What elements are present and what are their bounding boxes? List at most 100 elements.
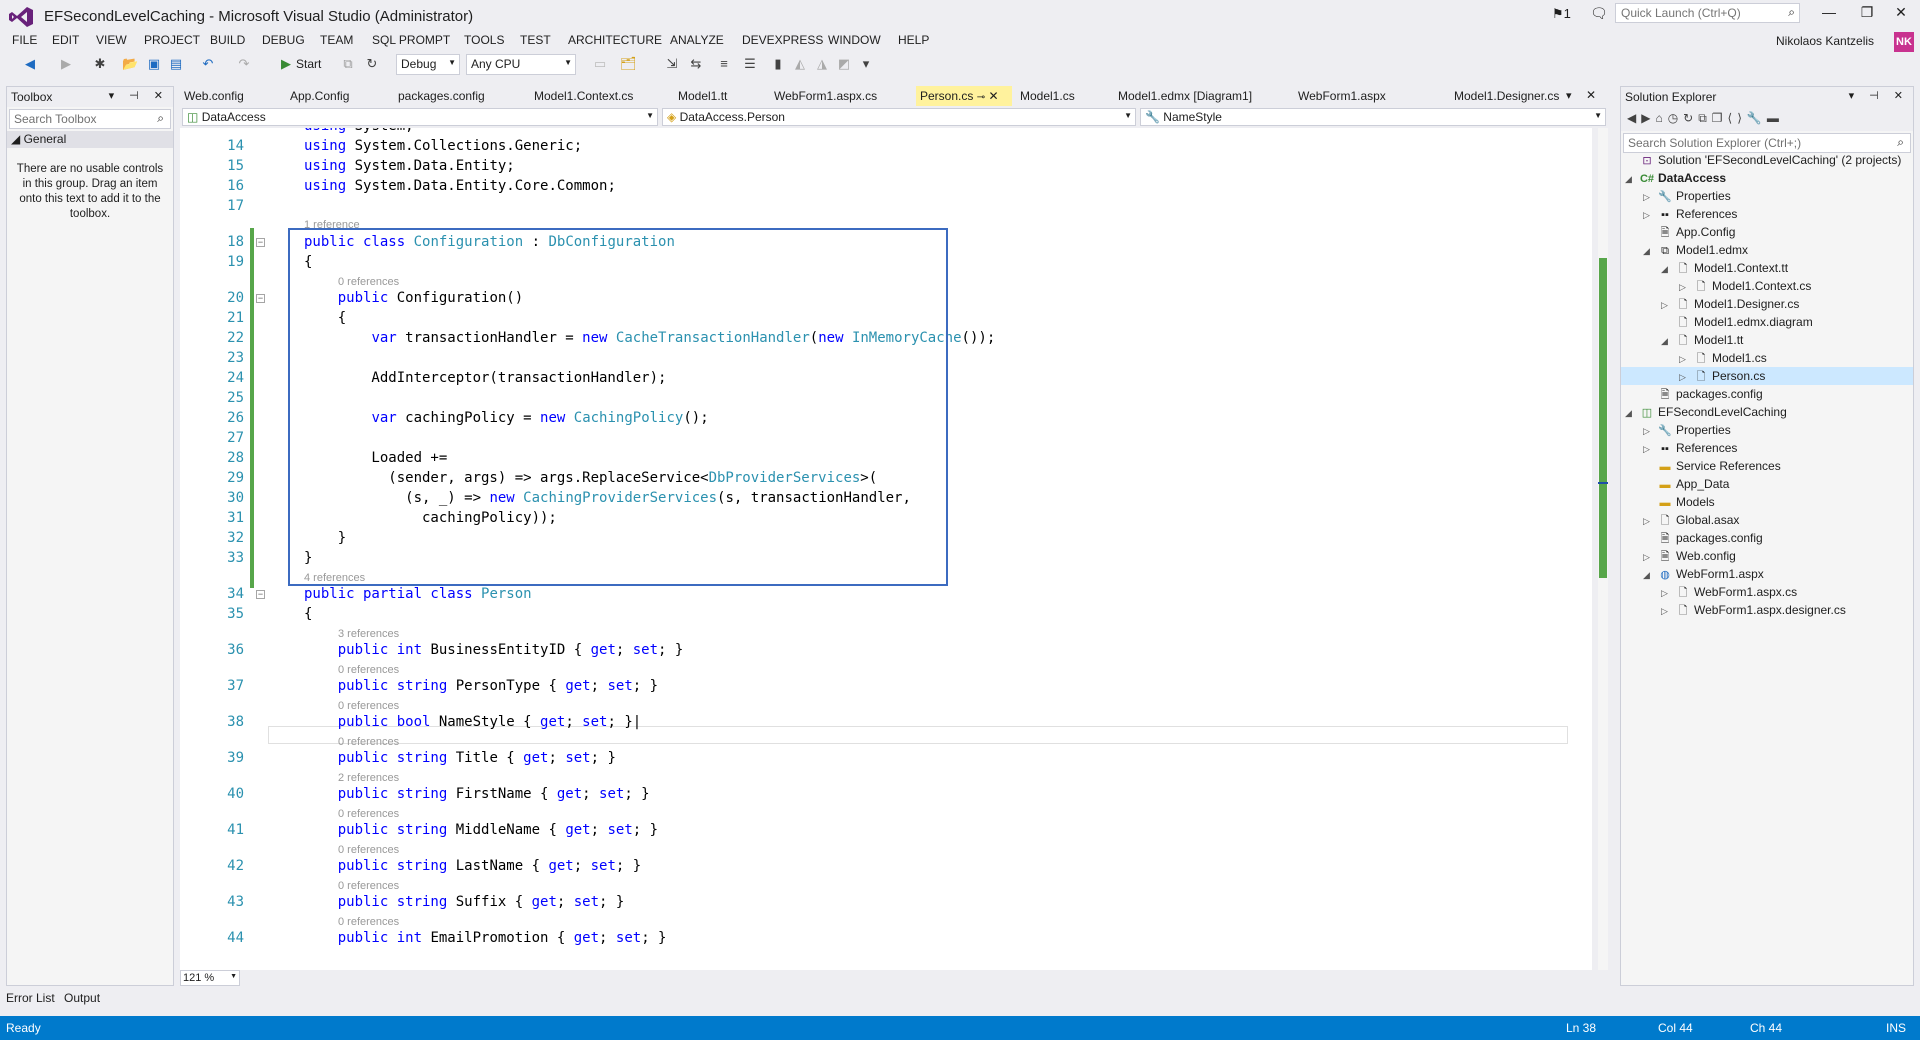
close-icon[interactable]: ✕ bbox=[1586, 88, 1596, 102]
code-lens-references[interactable]: 0 references bbox=[338, 844, 399, 856]
tab-app-config[interactable]: App.Config bbox=[286, 86, 353, 106]
expanded-icon[interactable]: ◢ bbox=[1643, 566, 1657, 584]
open-file-icon[interactable]: 📂 bbox=[122, 56, 138, 72]
code-lens-references[interactable]: 0 references bbox=[338, 808, 399, 820]
tree-item-model1-designer-cs[interactable]: ▷ 🗋 Model1.Designer.cs bbox=[1661, 295, 1799, 313]
step-into-icon[interactable]: ⇲ bbox=[664, 56, 680, 72]
step-over-icon[interactable]: ⇆ bbox=[688, 56, 704, 72]
next-bookmark-icon[interactable]: ◮ bbox=[814, 56, 830, 72]
tree-item-dataaccess[interactable]: ◢ C# DataAccess bbox=[1625, 169, 1726, 187]
collapse-toggle[interactable]: − bbox=[256, 238, 265, 247]
collapsed-icon[interactable]: ▷ bbox=[1679, 368, 1693, 386]
menu-tools[interactable]: TOOLS bbox=[464, 33, 504, 47]
type-dropdown[interactable]: ◈ DataAccess.Person ▼ bbox=[662, 108, 1136, 126]
code-lens-references[interactable]: 4 references bbox=[304, 572, 365, 584]
start-icon[interactable]: ▶ bbox=[278, 56, 294, 72]
code-lens-references[interactable]: 2 references bbox=[338, 772, 399, 784]
tree-item-packages-config[interactable]: 🗎 packages.config bbox=[1643, 529, 1763, 547]
tree-item-model1-context-tt[interactable]: ◢ 🗋 Model1.Context.tt bbox=[1661, 259, 1788, 277]
tree-item-references[interactable]: ▷ ▪▪ References bbox=[1643, 205, 1737, 223]
tab-webform1-aspx-cs[interactable]: WebForm1.aspx.cs bbox=[770, 86, 881, 106]
expanded-icon[interactable]: ◢ bbox=[1625, 404, 1639, 422]
tree-item-references[interactable]: ▷ ▪▪ References bbox=[1643, 439, 1737, 457]
collapsed-icon[interactable]: ▷ bbox=[1661, 584, 1675, 602]
maximize-button[interactable]: ❐ bbox=[1852, 4, 1882, 24]
tab-output[interactable]: Output bbox=[64, 991, 100, 1005]
solution-platform-dropdown[interactable]: Any CPU ▼ bbox=[466, 54, 576, 75]
solution-configuration-dropdown[interactable]: Debug ▼ bbox=[396, 54, 460, 75]
tree-item-app-data[interactable]: ▬ App_Data bbox=[1643, 475, 1730, 493]
collapsed-icon[interactable]: ▷ bbox=[1643, 548, 1657, 566]
menu-debug[interactable]: DEBUG bbox=[262, 33, 305, 47]
folder-search-icon[interactable]: 🗂 bbox=[620, 56, 637, 72]
tree-item-efsecondlevelcaching[interactable]: ◢ ◫ EFSecondLevelCaching bbox=[1625, 403, 1787, 421]
collapse-toggle[interactable]: − bbox=[256, 590, 265, 599]
solution-search-input[interactable]: Search Solution Explorer (Ctrl+;) ⌕ bbox=[1623, 133, 1911, 153]
new-project-icon[interactable]: ✱ bbox=[92, 56, 108, 72]
collapsed-icon[interactable]: ▷ bbox=[1661, 296, 1675, 314]
tab-webform1-aspx[interactable]: WebForm1.aspx bbox=[1294, 86, 1390, 106]
tree-item-global-asax[interactable]: ▷ 🗋 Global.asax bbox=[1643, 511, 1739, 529]
tree-item-webform1-aspx-cs[interactable]: ▷ 🗋 WebForm1.aspx.cs bbox=[1661, 583, 1797, 601]
tree-item-properties[interactable]: ▷ 🔧 Properties bbox=[1643, 421, 1731, 439]
collapsed-icon[interactable]: ▷ bbox=[1661, 602, 1675, 620]
tree-item-webform1-aspx[interactable]: ◢ ◍ WebForm1.aspx bbox=[1643, 565, 1764, 583]
panel-controls[interactable]: ▾ ⊣ ✕ bbox=[109, 89, 169, 102]
collapsed-icon[interactable]: ▷ bbox=[1643, 206, 1657, 224]
menu-help[interactable]: HELP bbox=[898, 33, 929, 47]
tab-packages-config[interactable]: packages.config bbox=[394, 86, 489, 106]
user-name[interactable]: Nikolaos Kantzelis bbox=[1776, 34, 1874, 48]
code-lens-references[interactable]: 0 references bbox=[338, 664, 399, 676]
save-all-icon[interactable]: ▤ bbox=[168, 56, 184, 72]
tree-item-web-config[interactable]: ▷ 🗎 Web.config bbox=[1643, 547, 1736, 565]
panel-controls[interactable]: ▾ ⊣ ✕ bbox=[1849, 89, 1909, 102]
feedback-icon[interactable]: 🗨 bbox=[1590, 5, 1608, 22]
redo-icon[interactable]: ↷ bbox=[236, 56, 252, 72]
code-lens-references[interactable]: 0 references bbox=[338, 880, 399, 892]
toolbox-group-general[interactable]: ◢ General bbox=[7, 131, 173, 148]
tab-person-cs[interactable]: Person.cs ⊸ ✕ bbox=[916, 86, 1012, 106]
code-editor[interactable]: using System; 14 using System.Collection… bbox=[180, 128, 1592, 970]
code-lens-references[interactable]: 0 references bbox=[338, 736, 399, 748]
quick-launch-input[interactable] bbox=[1616, 4, 1776, 22]
expanded-icon[interactable]: ◢ bbox=[1643, 242, 1657, 260]
minimize-button[interactable]: — bbox=[1814, 4, 1844, 24]
close-icon[interactable]: ✕ bbox=[988, 89, 998, 103]
tree-item-model1-tt[interactable]: ◢ 🗋 Model1.tt bbox=[1661, 331, 1743, 349]
tree-item-packages-config[interactable]: 🗎 packages.config bbox=[1643, 385, 1763, 403]
quick-launch-box[interactable]: ⌕ bbox=[1615, 3, 1800, 23]
tab-web-config[interactable]: Web.config bbox=[180, 86, 248, 106]
prev-bookmark-icon[interactable]: ◭ bbox=[792, 56, 808, 72]
member-dropdown[interactable]: 🔧 NameStyle ▼ bbox=[1140, 108, 1606, 126]
menu-view[interactable]: VIEW bbox=[96, 33, 127, 47]
menu-window[interactable]: WINDOW bbox=[828, 33, 881, 47]
tab-model1-context-cs[interactable]: Model1.Context.cs bbox=[530, 86, 637, 106]
menu-devexpress[interactable]: DEVEXPRESS bbox=[742, 33, 823, 47]
avatar[interactable]: NK bbox=[1894, 32, 1914, 52]
tree-item-properties[interactable]: ▷ 🔧 Properties bbox=[1643, 187, 1731, 205]
expanded-icon[interactable]: ◢ bbox=[1661, 260, 1675, 278]
tree-item-solution[interactable]: ⊡ Solution 'EFSecondLevelCaching' (2 proj… bbox=[1625, 151, 1901, 169]
expanded-icon[interactable]: ◢ bbox=[1661, 332, 1675, 350]
back-icon[interactable]: ◀ bbox=[22, 56, 38, 72]
tab-model1-designer-cs[interactable]: Model1.Designer.cs bbox=[1450, 86, 1563, 106]
menu-build[interactable]: BUILD bbox=[210, 33, 245, 47]
menu-architecture[interactable]: ARCHITECTURE bbox=[568, 33, 662, 47]
code-lens-references[interactable]: 0 references bbox=[338, 916, 399, 928]
toolbar-options-icon[interactable]: ▾ bbox=[858, 56, 874, 72]
tree-item-service-references[interactable]: ▬ Service References bbox=[1643, 457, 1781, 475]
zoom-dropdown[interactable]: 121 % ▼ bbox=[180, 970, 240, 986]
tree-item-person-cs[interactable]: ▷ 🗋 Person.cs bbox=[1621, 367, 1913, 385]
tab-error-list[interactable]: Error List bbox=[6, 991, 55, 1005]
close-button[interactable]: ✕ bbox=[1886, 4, 1916, 24]
tree-item-model1-edmx[interactable]: ◢ ⧉ Model1.edmx bbox=[1643, 241, 1748, 259]
tree-item-model1-cs[interactable]: ▷ 🗋 Model1.cs bbox=[1679, 349, 1767, 367]
bookmark-icon[interactable]: ▮ bbox=[770, 56, 786, 72]
comment-icon[interactable]: ≡ bbox=[716, 56, 732, 72]
tab-model1-edmx-diagram[interactable]: Model1.edmx [Diagram1] bbox=[1114, 86, 1256, 106]
tree-item-models[interactable]: ▬ Models bbox=[1643, 493, 1715, 511]
collapsed-icon[interactable]: ▷ bbox=[1643, 440, 1657, 458]
undo-icon[interactable]: ↶ bbox=[200, 56, 216, 72]
collapse-toggle[interactable]: − bbox=[256, 294, 265, 303]
tab-model1-tt[interactable]: Model1.tt bbox=[674, 86, 731, 106]
